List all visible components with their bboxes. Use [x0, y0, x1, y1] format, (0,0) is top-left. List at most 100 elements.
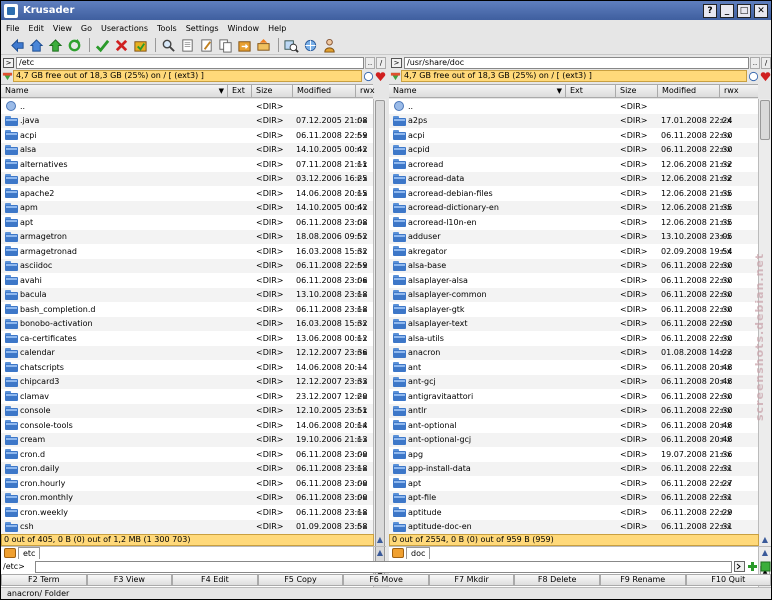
- left-history-button[interactable]: ..: [365, 56, 375, 69]
- file-row[interactable]: apt-file <DIR> 06.11.2008 22:31 r-x: [389, 490, 758, 505]
- view-icon[interactable]: [179, 37, 195, 53]
- file-row[interactable]: csh <DIR> 01.09.2008 23:58 r-x: [1, 519, 373, 534]
- file-row[interactable]: adduser <DIR> 13.10.2008 23:05 r-x: [389, 229, 758, 244]
- file-row[interactable]: apm <DIR> 14.10.2005 00:42 r-x: [1, 200, 373, 215]
- header-ext[interactable]: Ext: [228, 85, 252, 98]
- file-row[interactable]: alsaplayer-text <DIR> 06.11.2008 22:30 r-x: [389, 316, 758, 331]
- file-row[interactable]: clamav <DIR> 23.12.2007 12:20 r-x: [1, 389, 373, 404]
- sync-icon[interactable]: [747, 70, 759, 82]
- file-row[interactable]: apt <DIR> 06.11.2008 22:27 r-x: [389, 476, 758, 491]
- file-row[interactable]: alsa <DIR> 14.10.2005 00:42 r-x: [1, 142, 373, 157]
- terminal-icon[interactable]: >: [3, 57, 14, 68]
- right-history-button[interactable]: ..: [750, 56, 760, 69]
- file-row[interactable]: console-tools <DIR> 14.06.2008 20:14 r-x: [1, 418, 373, 433]
- file-row[interactable]: armagetron <DIR> 18.08.2006 09:52 r-x: [1, 229, 373, 244]
- menu-window[interactable]: Window: [228, 24, 260, 33]
- file-row[interactable]: ant-gcj <DIR> 06.11.2008 20:48 r-x: [389, 374, 758, 389]
- file-row[interactable]: bash_completion.d <DIR> 06.11.2008 23:18 r-…: [1, 302, 373, 317]
- file-row[interactable]: alsa-utils <DIR> 06.11.2008 22:30 r-x: [389, 331, 758, 346]
- up-icon[interactable]: [47, 37, 63, 53]
- right-root-button[interactable]: /: [761, 56, 771, 69]
- menu-view[interactable]: View: [53, 24, 72, 33]
- maximize-button[interactable]: □: [737, 3, 751, 18]
- f3-view-button[interactable]: F3 View: [86, 574, 173, 586]
- search-icon[interactable]: [160, 37, 176, 53]
- file-row[interactable]: acroread-l10n-en <DIR> 12.06.2008 21:35 r-x: [389, 215, 758, 230]
- header-modified[interactable]: Modified: [658, 85, 720, 98]
- file-row[interactable]: avahi <DIR> 06.11.2008 23:06 r-x: [1, 273, 373, 288]
- header-modified[interactable]: Modified: [293, 85, 356, 98]
- file-row[interactable]: apg <DIR> 19.07.2008 21:36 r-x: [389, 447, 758, 462]
- sync-icon[interactable]: [362, 70, 374, 82]
- file-row[interactable]: ant <DIR> 06.11.2008 20:48 r-x: [389, 360, 758, 375]
- left-up-icon[interactable]: ▲: [374, 534, 386, 546]
- file-row[interactable]: apache2 <DIR> 14.06.2008 20:15 r-x: [1, 186, 373, 201]
- file-row[interactable]: app-install-data <DIR> 06.11.2008 22:31 r-x: [389, 461, 758, 476]
- right-path-field[interactable]: /usr/share/doc: [404, 56, 749, 69]
- mount-icon[interactable]: [255, 37, 271, 53]
- right-file-list[interactable]: .. <DIR> a2ps <DIR> 17.01.2008 22:24 r-x acp…: [389, 99, 758, 588]
- file-row[interactable]: ca-certificates <DIR> 13.06.2008 00:12 r-x: [1, 331, 373, 346]
- media-icon[interactable]: [389, 70, 401, 82]
- file-row[interactable]: cron.monthly <DIR> 06.11.2008 23:00 r-x: [1, 490, 373, 505]
- compare-icon[interactable]: [132, 37, 148, 53]
- f7-mkdir-button[interactable]: F7 Mkdir: [428, 574, 515, 586]
- header-size[interactable]: Size: [616, 85, 658, 98]
- file-row[interactable]: acroread <DIR> 12.06.2008 21:32 r-x: [389, 157, 758, 172]
- close-button[interactable]: ✕: [754, 3, 768, 18]
- file-row[interactable]: cron.daily <DIR> 06.11.2008 23:18 r-x: [1, 461, 373, 476]
- select-icon[interactable]: [94, 37, 110, 53]
- file-row[interactable]: acroread-data <DIR> 12.06.2008 21:32 r-x: [389, 171, 758, 186]
- header-name[interactable]: Name ▼: [389, 85, 566, 98]
- file-row[interactable]: asciidoc <DIR> 06.11.2008 22:59 r-x: [1, 258, 373, 273]
- unselect-icon[interactable]: [113, 37, 129, 53]
- find-icon[interactable]: [283, 37, 299, 53]
- file-row[interactable]: acpi <DIR> 06.11.2008 22:30 r-x: [389, 128, 758, 143]
- reload-icon[interactable]: [66, 37, 82, 53]
- f4-edit-button[interactable]: F4 Edit: [172, 574, 258, 586]
- file-row[interactable]: alternatives <DIR> 07.11.2008 21:11 r-x: [1, 157, 373, 172]
- parent-row[interactable]: .. <DIR>: [389, 99, 758, 114]
- media-icon[interactable]: [1, 70, 13, 82]
- header-size[interactable]: Size: [252, 85, 293, 98]
- left-scroll-thumb[interactable]: [375, 100, 385, 566]
- file-row[interactable]: acpi <DIR> 06.11.2008 22:59 r-x: [1, 128, 373, 143]
- file-row[interactable]: console <DIR> 12.10.2005 23:51 r-x: [1, 403, 373, 418]
- menu-useractions[interactable]: Useractions: [101, 24, 148, 33]
- f10-quit-button[interactable]: F10 Quit: [685, 574, 772, 586]
- command-input[interactable]: [35, 560, 732, 573]
- file-row[interactable]: acroread-dictionary-en <DIR> 12.06.2008 21…: [389, 200, 758, 215]
- file-row[interactable]: acpid <DIR> 06.11.2008 22:30 r-x: [389, 142, 758, 157]
- left-path-field[interactable]: /etc: [16, 56, 364, 69]
- left-scrollbar[interactable]: ▲ ▼: [373, 99, 386, 588]
- f5-copy-button[interactable]: F5 Copy: [257, 574, 344, 586]
- file-row[interactable]: apache <DIR> 03.12.2006 16:25 r-x: [1, 171, 373, 186]
- f9-rename-button[interactable]: F9 Rename: [599, 574, 686, 586]
- file-row[interactable]: alsa-base <DIR> 06.11.2008 22:30 r-x: [389, 258, 758, 273]
- file-row[interactable]: cream <DIR> 19.10.2006 21:13 r-x: [1, 432, 373, 447]
- f6-move-button[interactable]: F6 Move: [343, 574, 429, 586]
- new-tab-icon[interactable]: [4, 548, 16, 558]
- file-row[interactable]: alsaplayer-common <DIR> 06.11.2008 22:30 r-…: [389, 287, 758, 302]
- file-row[interactable]: antlr <DIR> 06.11.2008 22:30 r-x: [389, 403, 758, 418]
- menu-settings[interactable]: Settings: [186, 24, 219, 33]
- header-rwx[interactable]: rwx: [720, 85, 758, 98]
- left-root-button[interactable]: /: [376, 56, 386, 69]
- edit-icon[interactable]: [198, 37, 214, 53]
- bookmark-icon[interactable]: [759, 70, 771, 82]
- file-row[interactable]: ant-optional <DIR> 06.11.2008 20:48 r-x: [389, 418, 758, 433]
- copy-icon[interactable]: [217, 37, 233, 53]
- right-up-icon[interactable]: ▲: [759, 534, 771, 546]
- menu-go[interactable]: Go: [81, 24, 92, 33]
- parent-row[interactable]: .. <DIR>: [1, 99, 373, 114]
- file-row[interactable]: acroread-debian-files <DIR> 12.06.2008 21:…: [389, 186, 758, 201]
- file-row[interactable]: apt <DIR> 06.11.2008 23:08 r-x: [1, 215, 373, 230]
- move-icon[interactable]: [236, 37, 252, 53]
- file-row[interactable]: alsaplayer-alsa <DIR> 06.11.2008 22:30 r-x: [389, 273, 758, 288]
- file-row[interactable]: chatscripts <DIR> 14.06.2008 20:14 ---: [1, 360, 373, 375]
- bookmark-icon[interactable]: [374, 70, 386, 82]
- header-name[interactable]: Name ▼: [1, 85, 228, 98]
- help-button[interactable]: ?: [703, 3, 717, 18]
- file-row[interactable]: .java <DIR> 07.12.2005 21:08 r-x: [1, 113, 373, 128]
- file-row[interactable]: cron.d <DIR> 06.11.2008 23:00 r-x: [1, 447, 373, 462]
